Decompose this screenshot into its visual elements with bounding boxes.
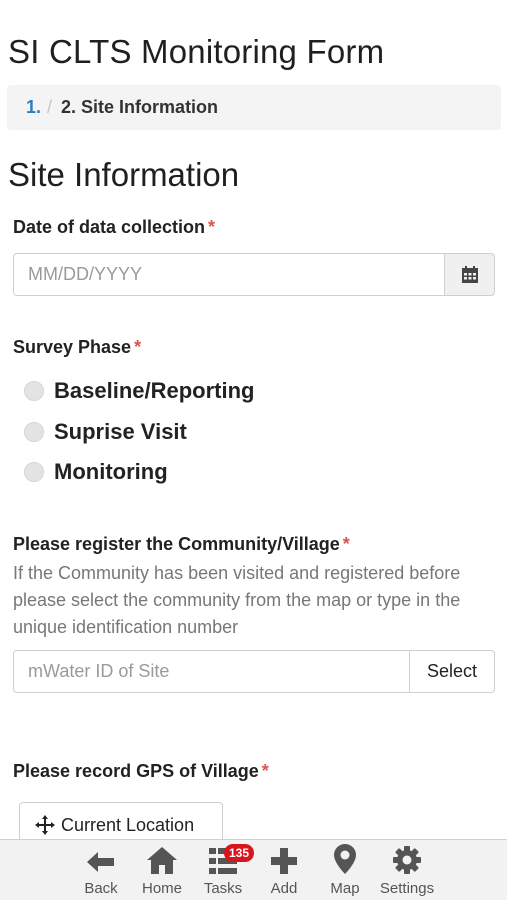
nav-tasks[interactable]: Tasks 135 [201, 840, 255, 900]
survey-phase-text: Survey Phase [13, 337, 132, 357]
calendar-button[interactable] [444, 253, 495, 296]
nav-label: Map [330, 880, 360, 897]
nav-label: Back [84, 880, 118, 897]
arrow-left-icon [87, 852, 114, 872]
home-icon [147, 847, 177, 874]
crosshair-icon [35, 815, 55, 835]
required-mark: * [208, 217, 216, 237]
nav-label: Add [270, 880, 298, 897]
nav-settings[interactable]: Settings [375, 840, 439, 900]
radio-option-baseline[interactable]: Baseline/Reporting [24, 378, 254, 404]
radio-button[interactable] [24, 422, 44, 442]
site-id-group: mWater ID of Site Select [13, 650, 495, 693]
site-id-input[interactable]: mWater ID of Site [13, 650, 409, 693]
radio-button[interactable] [24, 381, 44, 401]
radio-option-suprise-visit[interactable]: Suprise Visit [24, 419, 187, 445]
date-question-label: Date of data collection * [13, 217, 215, 238]
nav-label: Tasks [203, 880, 243, 897]
breadcrumb-separator: / [47, 97, 53, 117]
calendar-icon [461, 265, 478, 283]
date-input[interactable]: MM/DD/YYYY [13, 253, 444, 296]
section-title: Site Information [8, 156, 240, 193]
gps-question-label: Please record GPS of Village * [13, 761, 269, 782]
required-mark: * [134, 337, 142, 357]
community-hint: If the Community has been visited and re… [13, 563, 461, 637]
survey-phase-label: Survey Phase * [13, 337, 141, 358]
nav-back[interactable]: Back [80, 840, 122, 900]
nav-add[interactable]: Add [266, 840, 302, 900]
gear-icon [393, 846, 421, 874]
breadcrumb-current: 2. Site Information [61, 97, 219, 117]
community-question-text: Please register the Community/Village [13, 534, 340, 554]
required-mark: * [342, 534, 350, 554]
date-question-text: Date of data collection [13, 217, 206, 237]
tasks-count-badge: 135 [224, 844, 255, 862]
nav-label: Settings [379, 880, 435, 897]
radio-label: Monitoring [54, 459, 168, 484]
map-pin-icon [334, 844, 356, 874]
nav-map[interactable]: Map [327, 840, 363, 900]
breadcrumb-step-1[interactable]: 1. [26, 97, 41, 118]
nav-home[interactable]: Home [139, 840, 185, 900]
select-site-button[interactable]: Select [409, 650, 495, 693]
required-mark: * [261, 761, 269, 781]
breadcrumb: 1. / 2. Site Information [7, 85, 501, 130]
radio-label: Baseline/Reporting [54, 378, 255, 403]
community-question-label: Please register the Community/Village * [13, 534, 350, 555]
page-title: SI CLTS Monitoring Form [8, 33, 385, 70]
plus-icon [271, 848, 297, 874]
radio-option-monitoring[interactable]: Monitoring [24, 459, 168, 485]
radio-label: Suprise Visit [54, 419, 187, 444]
bottom-nav: Back Home Tasks 135 Add Map Settings [0, 839, 507, 900]
radio-button[interactable] [24, 462, 44, 482]
date-field-group: MM/DD/YYYY [13, 253, 495, 296]
nav-label: Home [141, 880, 182, 897]
current-location-label: Current Location [61, 814, 195, 835]
gps-question-text: Please record GPS of Village [13, 761, 259, 781]
